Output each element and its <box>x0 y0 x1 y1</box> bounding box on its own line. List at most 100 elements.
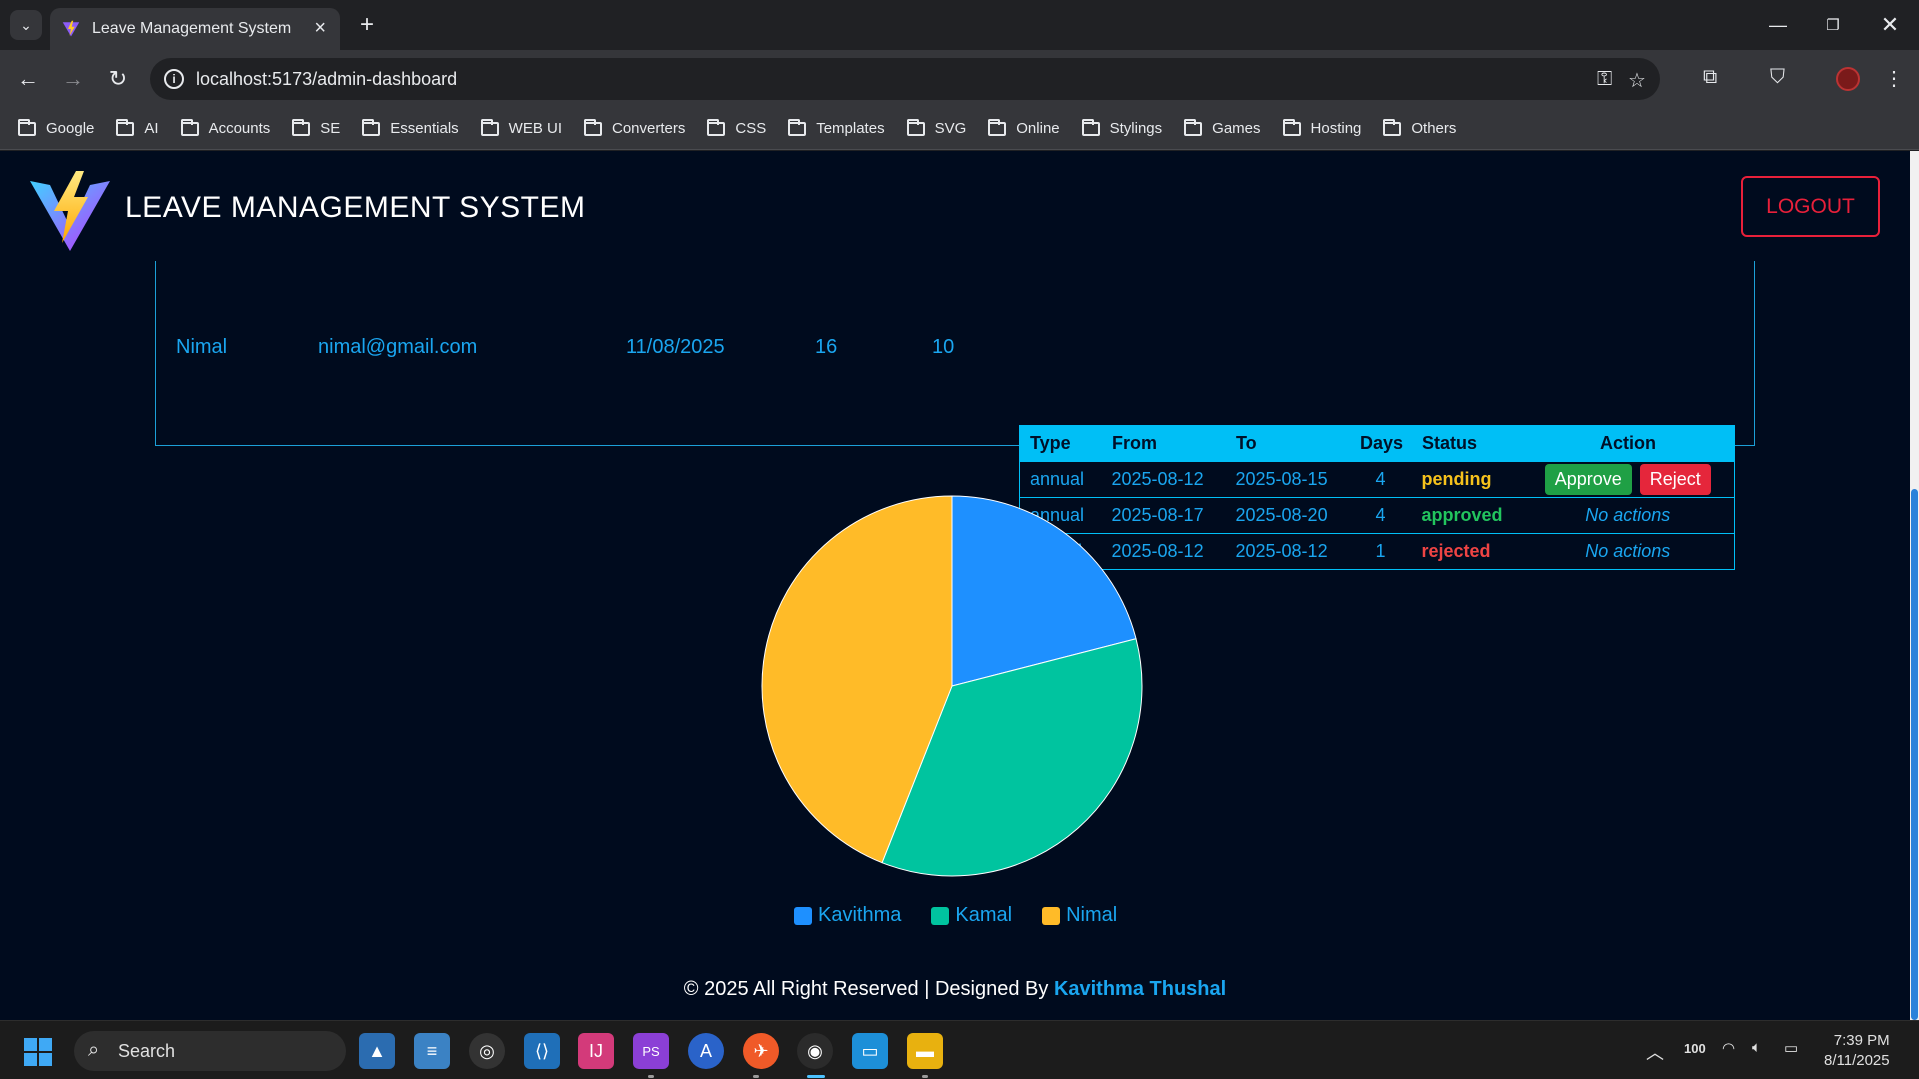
app-store-icon[interactable]: A <box>688 1033 724 1069</box>
bookmark-folder[interactable]: Stylings <box>1081 118 1162 137</box>
page-scrollbar[interactable] <box>1910 151 1919 1020</box>
restore-icon[interactable]: ❐ <box>1813 10 1853 40</box>
forward-icon[interactable]: → <box>58 64 88 94</box>
bookmark-star-icon[interactable]: ☆ <box>1628 68 1646 93</box>
vscode-app-icon[interactable]: ⟨⟩ <box>524 1033 560 1069</box>
bookmark-folder[interactable]: Google <box>18 118 94 137</box>
legend-swatch <box>794 906 812 925</box>
no-actions-text: No actions <box>1521 533 1735 570</box>
column-header: Days <box>1349 425 1412 462</box>
status-badge: rejected <box>1411 533 1522 570</box>
intellij-app-icon[interactable]: IJ <box>578 1033 614 1069</box>
legend-item[interactable]: Kamal <box>931 904 1012 927</box>
status-badge: pending <box>1411 461 1522 498</box>
bookmark-folder[interactable]: Converters <box>584 118 685 137</box>
browser-menu-icon[interactable]: ⋮ <box>1884 66 1904 91</box>
bookmark-folder[interactable]: Accounts <box>180 118 270 137</box>
obs-app-icon[interactable]: ◎ <box>469 1033 505 1069</box>
folder-icon <box>116 118 135 136</box>
folder-icon <box>18 118 36 136</box>
bookmark-folder[interactable]: WEB UI <box>480 118 562 137</box>
chart-legend: Kavithma Kamal Nimal <box>794 904 1147 927</box>
reject-button[interactable]: Reject <box>1639 464 1711 495</box>
legend-item[interactable]: Kavithma <box>794 904 901 927</box>
wifi-icon[interactable]: ◠ <box>1722 1039 1735 1057</box>
employee-value-b: 10 <box>932 336 955 358</box>
chrome-app-icon[interactable]: ◉ <box>797 1033 833 1069</box>
no-actions-text: No actions <box>1521 497 1735 534</box>
taskbar-search[interactable]: ⌕ Search <box>74 1031 346 1071</box>
site-info-icon[interactable]: i <box>164 69 184 89</box>
minimize-icon[interactable]: — <box>1758 10 1798 40</box>
table-row: annual 2025-08-12 2025-08-15 4 pending A… <box>1019 461 1735 498</box>
folder-icon <box>480 118 499 136</box>
incognito-icon[interactable]: ⛉ <box>1770 66 1785 89</box>
remote-desktop-app-icon[interactable]: ▭ <box>852 1033 888 1069</box>
bookmark-folder[interactable]: Online <box>988 118 1060 137</box>
browser-toolbar: ← → ↻ i localhost:5173/admin-dashboard ⚿… <box>0 50 1919 108</box>
postman-app-icon[interactable]: ✈ <box>743 1033 779 1069</box>
clock-time: 7:39 PM <box>1833 1032 1890 1049</box>
back-icon[interactable]: ← <box>13 64 43 94</box>
browser-tab[interactable]: Leave Management System × <box>50 8 340 50</box>
profile-avatar[interactable] <box>1836 67 1860 91</box>
photos-app-icon[interactable]: ▲ <box>359 1033 395 1069</box>
bookmark-folder[interactable]: SE <box>292 118 340 137</box>
clock-date: 8/11/2025 <box>1824 1052 1890 1069</box>
column-header: Action <box>1521 425 1735 462</box>
leave-days: 1 <box>1349 533 1412 570</box>
windows-taskbar: ⌕ Search ▲ ≡ ◎ ⟨⟩ IJ PS A ✈ ◉ ▭ ▬ ︿ 100 … <box>0 1020 1919 1079</box>
bookmark-folder[interactable]: Hosting <box>1282 118 1361 137</box>
page-content: Nimal nimal@gmail.com 11/08/2025 16 10 T… <box>0 151 1910 1020</box>
new-tab-icon[interactable]: + <box>352 10 382 40</box>
column-header: To <box>1225 425 1350 462</box>
app-header: LEAVE MANAGEMENT SYSTEM LOGOUT <box>0 151 1910 261</box>
tray-overflow-chevron-icon[interactable]: ︿ <box>1646 1039 1664 1065</box>
designer-link[interactable]: Kavithma Thushal <box>1054 978 1226 1000</box>
volume-icon[interactable]: 🔈︎ <box>1752 1039 1761 1056</box>
url-text: localhost:5173/admin-dashboard <box>196 68 458 89</box>
leave-to: 2025-08-12 <box>1225 533 1350 570</box>
tab-title: Leave Management System <box>92 20 292 37</box>
legend-label: Nimal <box>1066 904 1118 926</box>
bookmark-folder[interactable]: CSS <box>707 118 766 137</box>
bookmarks-bar: Google AI Accounts SE Essentials WEB UI … <box>0 108 1919 150</box>
bookmark-folder[interactable]: Games <box>1184 118 1261 137</box>
file-explorer-app-icon[interactable]: ▬ <box>907 1033 943 1069</box>
legend-label: Kavithma <box>818 904 902 926</box>
legend-item[interactable]: Nimal <box>1042 904 1117 927</box>
logout-button[interactable]: LOGOUT <box>1741 176 1880 237</box>
running-indicator <box>648 1075 654 1078</box>
notepad-app-icon[interactable]: ≡ <box>414 1033 450 1069</box>
active-app-indicator <box>807 1075 825 1078</box>
bookmark-folder[interactable]: Essentials <box>362 118 459 137</box>
tab-strip: ⌄ Leave Management System × + — ❐ ✕ <box>0 0 1919 50</box>
bookmark-folder[interactable]: SVG <box>906 118 966 137</box>
address-bar[interactable]: i localhost:5173/admin-dashboard ⚿ ☆ <box>150 58 1660 100</box>
folder-icon <box>584 118 602 136</box>
legend-swatch <box>1042 906 1061 925</box>
phpstorm-app-icon[interactable]: PS <box>633 1033 669 1069</box>
taskbar-clock[interactable]: 7:39 PM 8/11/2025 <box>1824 1031 1890 1071</box>
reload-icon[interactable]: ↻ <box>103 64 133 94</box>
legend-label: Kamal <box>955 904 1013 926</box>
battery-icon[interactable]: ▭ <box>1784 1039 1798 1057</box>
bookmark-folder[interactable]: Templates <box>788 118 885 137</box>
battery-percent: 100 <box>1684 1041 1706 1056</box>
close-window-icon[interactable]: ✕ <box>1870 10 1910 40</box>
windows-start-icon[interactable] <box>24 1038 52 1066</box>
scrollbar-thumb[interactable] <box>1911 489 1918 1020</box>
password-key-icon[interactable]: ⚿ <box>1597 68 1612 91</box>
extensions-puzzle-icon[interactable]: ⧉ <box>1703 66 1717 89</box>
approve-button[interactable]: Approve <box>1544 464 1632 495</box>
folder-icon <box>988 118 1007 136</box>
bookmark-folder[interactable]: Others <box>1383 118 1456 137</box>
leave-days: 4 <box>1349 497 1412 534</box>
close-tab-icon[interactable]: × <box>314 17 326 40</box>
employee-name: Nimal <box>176 336 228 358</box>
bookmark-folder[interactable]: AI <box>116 118 159 137</box>
column-header: Type <box>1019 425 1102 462</box>
tab-search-chevron-icon[interactable]: ⌄ <box>10 10 42 40</box>
leave-pie-chart <box>761 495 1143 877</box>
page-footer: © 2025 All Right Reserved | Designed By … <box>0 978 1910 1001</box>
